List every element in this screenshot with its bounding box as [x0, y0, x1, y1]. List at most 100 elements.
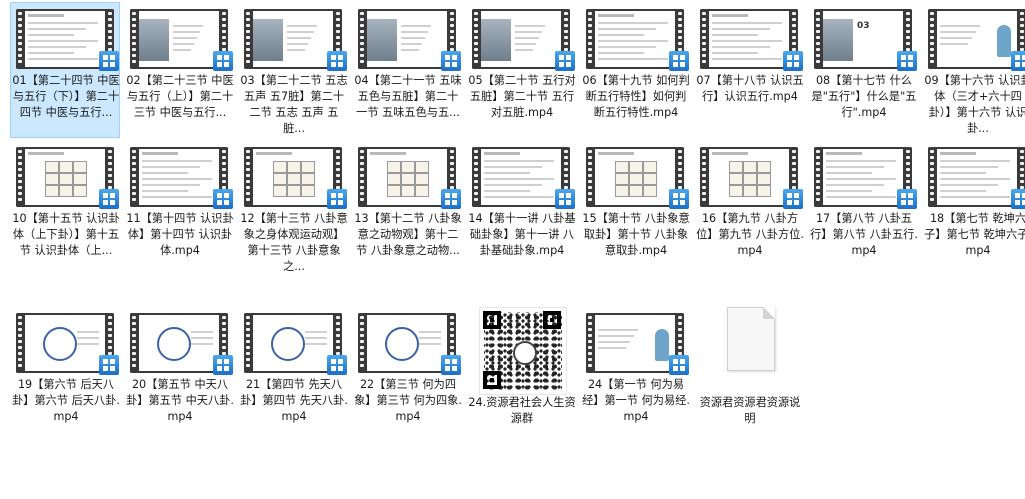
thumbnail-frame [25, 11, 105, 67]
file-item-video[interactable]: 02【第二十三节 中医与五行（上）】第二十三节 中医与五行... [124, 2, 234, 138]
file-item-video[interactable]: 11【第十四节 认识卦体】第十四节 认识卦体.mp4 [124, 140, 234, 276]
file-item-video[interactable]: 24【第一节 何为易经】第一节 何为易经.mp4 [580, 306, 690, 442]
mountain-image [367, 19, 397, 61]
text-line [419, 331, 441, 333]
table-cell [287, 161, 301, 173]
text-line [484, 172, 530, 174]
text-line [142, 166, 200, 168]
file-item-video[interactable]: 13【第十二节 八卦象意之动物观】第十二节 八卦象意之动物... [352, 140, 462, 276]
text-line [191, 331, 213, 333]
text-line [401, 25, 431, 27]
file-item-video[interactable]: 16【第九节 八卦方位】第九节 八卦方位.mp4 [694, 140, 804, 276]
text-line [191, 343, 213, 345]
media-player-icon [783, 189, 803, 209]
file-item-image[interactable]: 24.资源君社会人生资源群 [466, 306, 576, 442]
table-cell [273, 161, 287, 173]
slide-heading [142, 152, 178, 155]
media-player-icon [441, 51, 461, 71]
text-line [305, 331, 327, 333]
text-line [598, 28, 656, 30]
file-item-video[interactable]: 05【第二十节 五行对五脏】第二十节 五行对五脏.mp4 [466, 2, 576, 138]
file-item-video[interactable]: 10【第十五节 认识卦体（上下卦）】第十五节 认识卦体（上... [10, 140, 120, 276]
table-cell [73, 185, 87, 197]
media-player-icon [441, 355, 461, 375]
file-item-video[interactable]: 01【第二十四节 中医与五行（下）】第二十四节 中医与五行... [10, 2, 120, 138]
media-player-icon [669, 189, 689, 209]
file-item-video[interactable]: 03 08【第十七节 什么是"五行"】什么是"五行".mp4 [808, 2, 918, 138]
file-item-video[interactable]: 14【第十一讲 八卦基础卦象】第十一讲 八卦基础卦象.mp4 [466, 140, 576, 276]
file-item-video[interactable]: 07【第十八节 认识五行】认识五行.mp4 [694, 2, 804, 138]
thumbnail-frame [367, 149, 447, 205]
table-cell [743, 173, 757, 185]
table-cell [45, 185, 59, 197]
table-cell [387, 185, 401, 197]
file-item-document[interactable]: 资源君资源君资源说明 [694, 306, 804, 442]
text-line [305, 337, 327, 339]
film-strip-left [130, 9, 138, 69]
file-name: 02【第二十三节 中医与五行（上）】第二十三节 中医与五行... [126, 74, 234, 119]
file-item-video[interactable]: 09【第十六节 认识卦体（三才+六十四卦）】第十六节 认识卦... [922, 2, 1025, 138]
table-cell [729, 173, 743, 185]
thumbnail-frame [709, 149, 789, 205]
text-line [940, 190, 986, 192]
text-line [28, 22, 98, 24]
mountain-image [823, 19, 853, 61]
table-cell [615, 185, 629, 197]
text-line [940, 25, 980, 27]
table-cell [629, 161, 643, 173]
text-line [287, 43, 308, 45]
table-cell [301, 173, 315, 185]
media-player-icon [897, 51, 917, 71]
text-line [28, 58, 98, 60]
media-player-icon [669, 51, 689, 71]
slide-heading [826, 152, 862, 155]
file-item-video[interactable]: 03【第二十二节 五志 五声 五7脏】第二十二节 五志 五声 五脏... [238, 2, 348, 138]
text-line [826, 184, 884, 186]
file-item-video[interactable]: 22【第三节 何为四象】第三节 何为四象.mp4 [352, 306, 462, 442]
table-cell [387, 173, 401, 185]
file-item-video[interactable]: 21【第四节 先天八卦】第四节 先天八卦.mp4 [238, 306, 348, 442]
media-player-icon [555, 189, 575, 209]
text-line [826, 160, 896, 162]
table-cell [45, 173, 59, 185]
file-item-video[interactable]: 12【第十三节 八卦意象之身体观运动观】第十三节 八卦意象之... [238, 140, 348, 276]
thumbnail-frame [367, 315, 447, 371]
text-line [77, 331, 99, 333]
text-line [598, 40, 668, 42]
file-item-video[interactable]: 17【第八节 八卦五行】第八节 八卦五行.mp4 [808, 140, 918, 276]
media-player-icon [213, 189, 233, 209]
table-cell [643, 161, 657, 173]
text-line [77, 337, 99, 339]
file-name: 10【第十五节 认识卦体（上下卦）】第十五节 认识卦体（上... [12, 212, 120, 257]
thumbnail-frame [253, 315, 333, 371]
table-cell [401, 161, 415, 173]
text-line [598, 34, 644, 36]
text-line [712, 22, 782, 24]
media-player-icon [213, 355, 233, 375]
text-line [598, 329, 638, 331]
text-line [142, 160, 212, 162]
media-player-icon [99, 355, 119, 375]
thumbnail-frame [139, 315, 219, 371]
file-name: 资源君资源君资源说明 [699, 396, 801, 425]
text-line [484, 160, 554, 162]
file-name: 21【第四节 先天八卦】第四节 先天八卦.mp4 [240, 378, 348, 423]
file-item-video[interactable]: 04【第二十一节 五味五色与五脏】第二十一节 五味五色与五... [352, 2, 462, 138]
file-item-video[interactable]: 19【第六节 后天八卦】第六节 后天八卦.mp4 [10, 306, 120, 442]
file-item-video[interactable]: 20【第五节 中天八卦】第五节 中天八卦.mp4 [124, 306, 234, 442]
thumbnail-frame [139, 149, 219, 205]
table-cell [273, 185, 287, 197]
file-item-video[interactable]: 18【第七节 乾坤六子】第七节 乾坤六子.mp4 [922, 140, 1025, 276]
presenter-image [997, 25, 1011, 57]
media-player-icon [1011, 51, 1025, 71]
film-strip-left [244, 147, 252, 207]
file-item-video[interactable]: 15【第十节 八卦象意取卦】第十节 八卦象意取卦.mp4 [580, 140, 690, 276]
film-strip-left [586, 313, 594, 373]
film-strip-left [130, 147, 138, 207]
file-item-video[interactable]: 06【第十九节 如何判断五行特性】如何判断五行特性.mp4 [580, 2, 690, 138]
table-cell [757, 161, 771, 173]
text-line [826, 196, 896, 198]
table-cell [273, 173, 287, 185]
file-name: 09【第十六节 认识卦体（三才+六十四卦）】第十六节 认识卦... [924, 74, 1025, 135]
text-line [598, 347, 626, 349]
